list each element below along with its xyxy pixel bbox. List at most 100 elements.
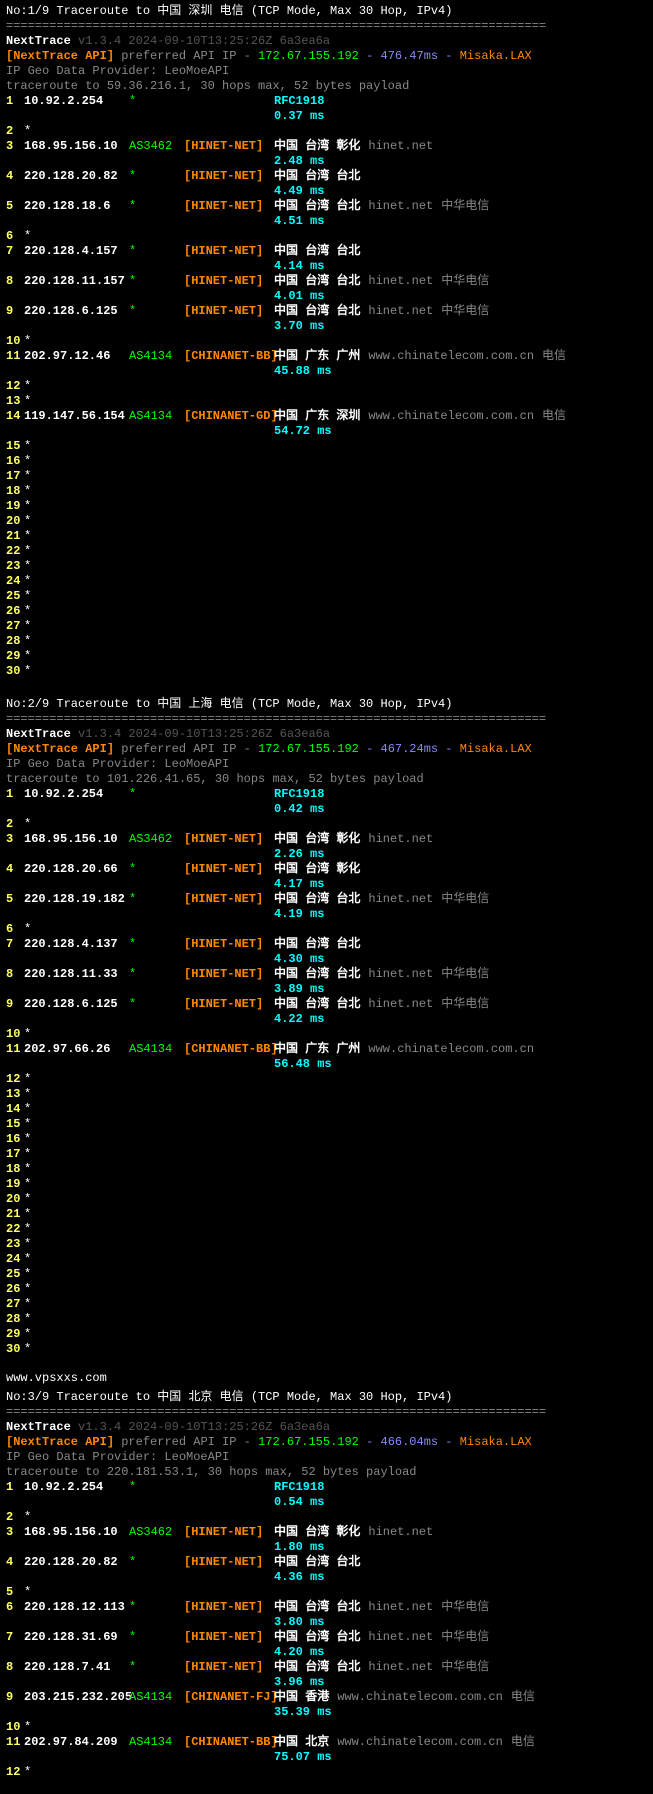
hop-row: 12* xyxy=(6,1765,647,1780)
hop-dns: www.chinatelecom.com.cn xyxy=(360,349,534,364)
hop-time: 45.88 ms xyxy=(6,364,647,379)
hop-row: 30* xyxy=(6,664,647,679)
hop-row: 17* xyxy=(6,469,647,484)
api-ip: 172.67.155.192 xyxy=(258,49,359,63)
rfc-label: RFC1918 xyxy=(274,94,324,109)
hop-time: 3.80 ms xyxy=(6,1615,647,1630)
hop-asn: AS4134 xyxy=(129,409,184,424)
hop-num: 12 xyxy=(6,1765,24,1780)
hop-star: * xyxy=(24,1102,31,1117)
hop-ip: 220.128.6.125 xyxy=(24,997,129,1012)
block-title: No:1/9 Traceroute to 中国 深圳 电信 (TCP Mode,… xyxy=(6,4,647,19)
hop-dns: hinet.net xyxy=(360,997,433,1012)
hop-ip: 220.128.6.125 xyxy=(24,304,129,319)
hop-star: * xyxy=(24,1282,31,1297)
hop-ip: 220.128.18.6 xyxy=(24,199,129,214)
hop-row: 10* xyxy=(6,1720,647,1735)
hop-asn: AS3462 xyxy=(129,832,184,847)
hop-row: 8220.128.7.41*[HINET-NET]中国 台湾 台北hinet.n… xyxy=(6,1660,647,1675)
hop-time: 4.30 ms xyxy=(6,952,647,967)
hop-num: 18 xyxy=(6,484,24,499)
separator: ========================================… xyxy=(6,712,647,727)
version: v1.3.4 2024-09-10T13:25:26Z 6a3ea6a xyxy=(78,1420,330,1434)
api-label: [NextTrace API] xyxy=(6,1435,114,1449)
hop-net: [HINET-NET] xyxy=(184,1660,274,1675)
hop-num: 29 xyxy=(6,1327,24,1342)
hop-isp: 中华电信 xyxy=(433,304,489,319)
hop-ip: 220.128.20.82 xyxy=(24,1555,129,1570)
hop-row: 22* xyxy=(6,544,647,559)
hop-dns: hinet.net xyxy=(360,892,433,907)
hop-num: 4 xyxy=(6,169,24,184)
header-line: NextTrace v1.3.4 2024-09-10T13:25:26Z 6a… xyxy=(6,34,647,49)
hop-row: 21* xyxy=(6,529,647,544)
hop-row: 14* xyxy=(6,1102,647,1117)
hop-num: 22 xyxy=(6,544,24,559)
api-text: preferred API IP - xyxy=(114,1435,258,1449)
hop-star: * xyxy=(24,1585,31,1600)
hop-num: 8 xyxy=(6,1660,24,1675)
hop-time: 75.07 ms xyxy=(6,1750,647,1765)
hop-row: 29* xyxy=(6,1327,647,1342)
hop-num: 21 xyxy=(6,529,24,544)
hop-net: [HINET-NET] xyxy=(184,1555,274,1570)
hop-dns: www.chinatelecom.com.cn xyxy=(360,1042,534,1057)
hop-asn: AS4134 xyxy=(129,1735,184,1750)
hop-row: 23* xyxy=(6,1237,647,1252)
hop-ip: 220.128.7.41 xyxy=(24,1660,129,1675)
hop-row: 9220.128.6.125*[HINET-NET]中国 台湾 台北hinet.… xyxy=(6,997,647,1012)
hop-star: * xyxy=(24,334,31,349)
hop-net: [HINET-NET] xyxy=(184,244,274,259)
hop-isp: 电信 xyxy=(503,1690,535,1705)
hop-net: [HINET-NET] xyxy=(184,169,274,184)
hop-net: [CHINANET-BB] xyxy=(184,1735,274,1750)
hop-time: 4.17 ms xyxy=(6,877,647,892)
hop-num: 6 xyxy=(6,922,24,937)
version: v1.3.4 2024-09-10T13:25:26Z 6a3ea6a xyxy=(78,34,330,48)
hop-row: 27* xyxy=(6,619,647,634)
hop-num: 5 xyxy=(6,892,24,907)
hop-row: 18* xyxy=(6,484,647,499)
hop-net: [HINET-NET] xyxy=(184,199,274,214)
hop-row: 11202.97.12.46AS4134[CHINANET-BB]中国 广东 广… xyxy=(6,349,647,364)
hop-dns: hinet.net xyxy=(360,199,433,214)
hop-star: * xyxy=(24,499,31,514)
hop-num: 3 xyxy=(6,139,24,154)
hop-geo: 中国 台湾 台北 xyxy=(274,1660,360,1675)
hop-num: 7 xyxy=(6,937,24,952)
hop-num: 14 xyxy=(6,409,24,424)
hop-row: 110.92.2.254*RFC1918 xyxy=(6,787,647,802)
hop-num: 1 xyxy=(6,787,24,802)
hop-row: 11202.97.84.209AS4134[CHINANET-BB]中国 北京w… xyxy=(6,1735,647,1750)
hop-time: 0.54 ms xyxy=(6,1495,647,1510)
hop-row: 8220.128.11.33*[HINET-NET]中国 台湾 台北hinet.… xyxy=(6,967,647,982)
hop-dns: hinet.net xyxy=(360,1525,433,1540)
hop-num: 17 xyxy=(6,1147,24,1162)
hop-star: * xyxy=(24,1027,31,1042)
hop-num: 10 xyxy=(6,1720,24,1735)
hop-asn: * xyxy=(129,244,184,259)
hop-num: 3 xyxy=(6,832,24,847)
hop-isp: 中华电信 xyxy=(433,1600,489,1615)
hop-asn: * xyxy=(129,199,184,214)
hop-net: [HINET-NET] xyxy=(184,892,274,907)
hop-ip: 202.97.12.46 xyxy=(24,349,129,364)
hop-num: 17 xyxy=(6,469,24,484)
hop-star: * xyxy=(24,1222,31,1237)
hop-star: * xyxy=(24,634,31,649)
hop-row: 2* xyxy=(6,1510,647,1525)
hop-geo: 中国 台湾 台北 xyxy=(274,1600,360,1615)
hop-star: * xyxy=(24,544,31,559)
hop-dns: hinet.net xyxy=(360,967,433,982)
hop-row: 26* xyxy=(6,1282,647,1297)
hop-net: [HINET-NET] xyxy=(184,139,274,154)
hop-row: 18* xyxy=(6,1162,647,1177)
hop-geo: 中国 台湾 台北 xyxy=(274,274,360,289)
hop-time: 4.19 ms xyxy=(6,907,647,922)
hop-asn: AS3462 xyxy=(129,1525,184,1540)
hop-num: 4 xyxy=(6,862,24,877)
hop-ip: 220.128.11.33 xyxy=(24,967,129,982)
hop-dns: www.chinatelecom.com.cn xyxy=(329,1690,503,1705)
hop-num: 5 xyxy=(6,199,24,214)
hop-geo: 中国 台湾 彰化 xyxy=(274,862,360,877)
